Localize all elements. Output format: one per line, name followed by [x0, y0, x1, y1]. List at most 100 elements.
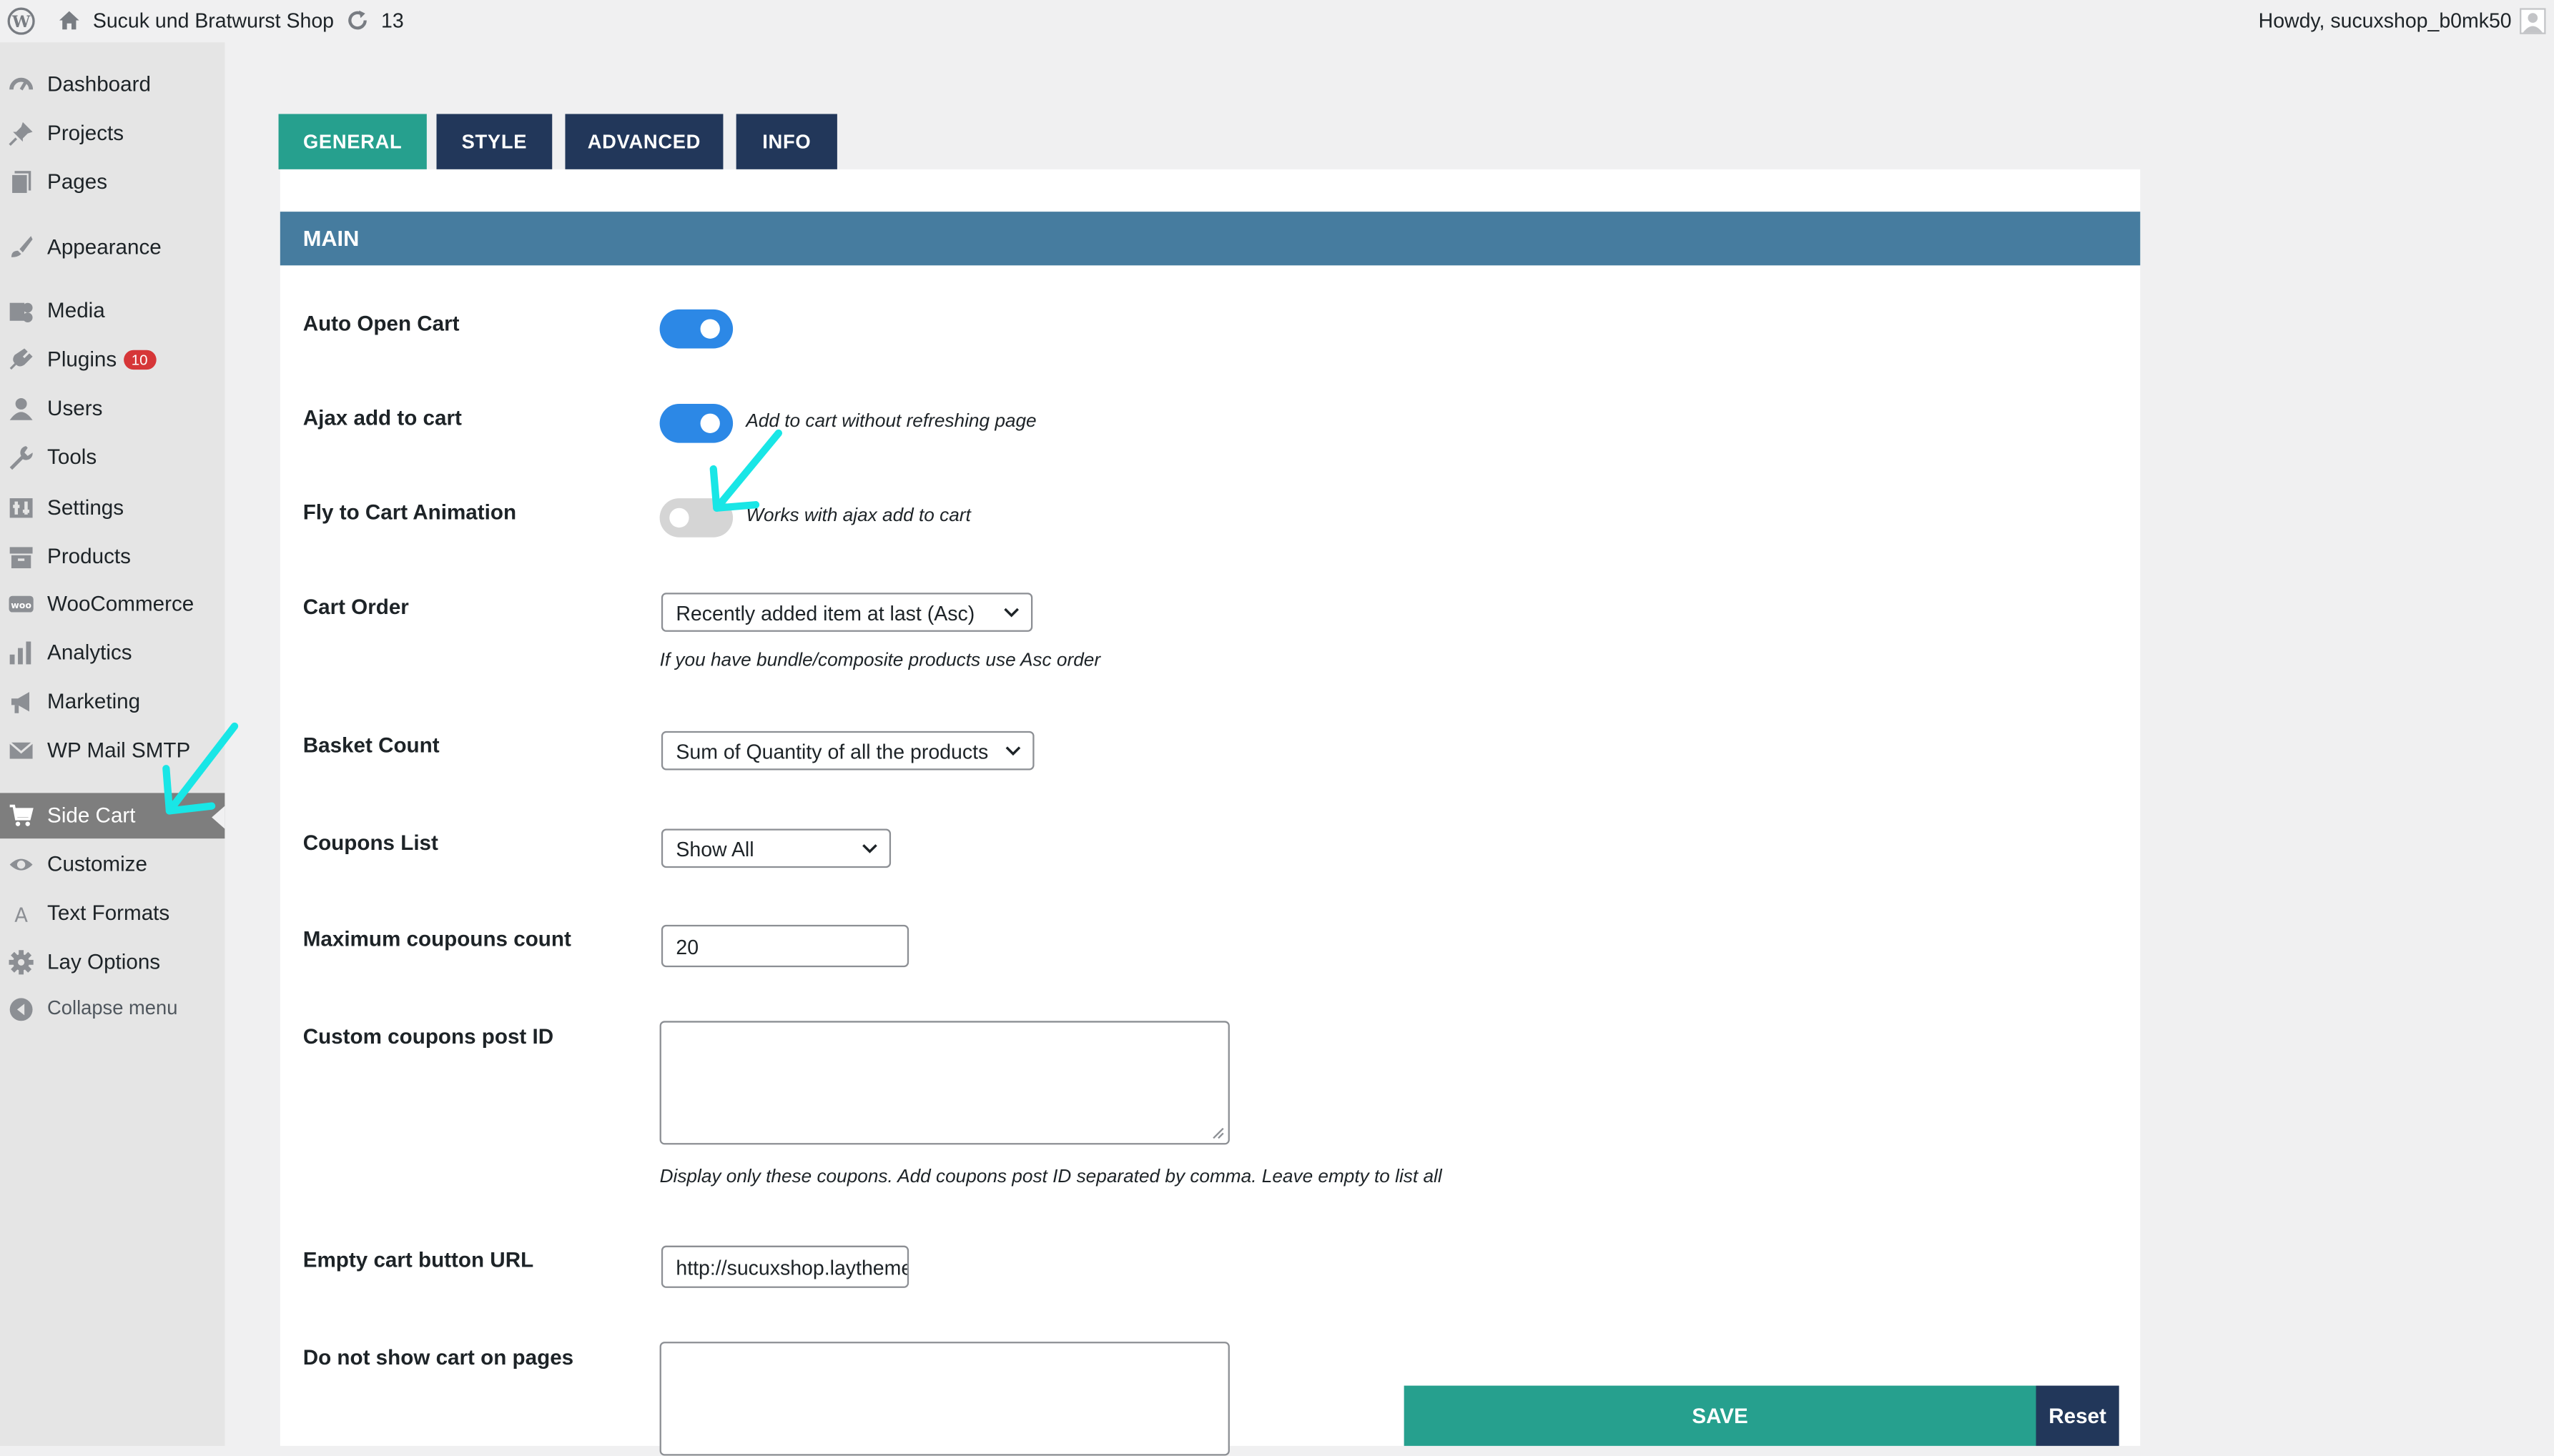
auto-open-cart-label: Auto Open Cart	[302, 311, 460, 336]
sidebar-item-pages[interactable]: Pages	[0, 159, 225, 205]
sidebar-item-appearance[interactable]: Appearance	[0, 224, 225, 270]
updates-icon	[348, 10, 367, 30]
chevron-down-icon	[1004, 608, 1019, 618]
svg-text:W: W	[11, 13, 31, 31]
sidebar-item-label: Collapse menu	[47, 996, 178, 1020]
ajax-add-to-cart-label: Ajax add to cart	[302, 405, 462, 430]
hide-on-pages-textarea[interactable]	[659, 1342, 1230, 1456]
chevron-down-icon	[1005, 746, 1021, 756]
auto-open-cart-toggle[interactable]	[659, 309, 734, 349]
sidebar-item-label: Dashboard	[47, 71, 151, 96]
avatar[interactable]	[2520, 8, 2546, 34]
coupons-list-label: Coupons List	[302, 830, 438, 855]
user-greeting[interactable]: Howdy, sucuxshop_b0mk50	[2259, 10, 2512, 33]
svg-text:woo: woo	[11, 600, 31, 610]
basket-count-label: Basket Count	[302, 733, 440, 758]
sidebar-item-label: Customize	[47, 851, 147, 876]
sidebar-item-plugins[interactable]: Plugins 10	[0, 337, 225, 383]
settings-panel	[280, 169, 2141, 1446]
sidebar-item-label: Marketing	[47, 688, 141, 713]
sidebar-item-label: Tools	[47, 444, 97, 470]
bar-chart-icon	[9, 641, 31, 665]
max-coupons-value: 20	[676, 936, 699, 959]
sidebar-item-label: Lay Options	[47, 949, 161, 974]
cart-order-value: Recently added item at last (Asc)	[676, 602, 975, 625]
sidebar-item-customize[interactable]: Customize	[0, 842, 225, 888]
sidebar-item-label: Pages	[47, 169, 108, 194]
basket-count-select[interactable]: Sum of Quantity of all the products	[661, 731, 1035, 771]
empty-cart-url-value: http://sucuxshop.laythemes.com	[676, 1257, 907, 1280]
resize-handle-icon[interactable]	[1212, 1126, 1225, 1139]
sidebar-item-media[interactable]: Media	[0, 288, 225, 334]
max-coupons-input[interactable]: 20	[661, 924, 909, 968]
section-header: MAIN	[280, 212, 2141, 266]
sidebar-item-marketing[interactable]: Marketing	[0, 679, 225, 725]
tab-style[interactable]: STYLE	[436, 114, 553, 169]
eye-icon	[9, 858, 33, 871]
sidebar-item-label: Users	[47, 395, 103, 420]
sidebar-item-settings[interactable]: Settings	[0, 485, 225, 531]
megaphone-icon	[11, 692, 30, 713]
media-icon	[9, 302, 33, 323]
fly-to-cart-label: Fly to Cart Animation	[302, 500, 517, 525]
mail-icon	[9, 741, 34, 759]
sidebar-item-users[interactable]: Users	[0, 386, 225, 432]
tab-advanced[interactable]: ADVANCED	[565, 114, 724, 169]
sidebar-item-text-formats[interactable]: A Text Formats	[0, 891, 225, 936]
annotation-arrow-icon	[162, 722, 239, 815]
sidebar-item-label: Side Cart	[47, 803, 136, 828]
pin-icon	[9, 122, 33, 146]
cart-order-description: If you have bundle/composite products us…	[659, 651, 1101, 671]
sidebar-item-analytics[interactable]: Analytics	[0, 630, 225, 676]
toggle-knob	[669, 507, 689, 528]
updates-count[interactable]: 13	[381, 10, 404, 33]
sidebar-item-products[interactable]: Products	[0, 534, 225, 580]
empty-cart-url-input[interactable]: http://sucuxshop.laythemes.com	[661, 1245, 909, 1288]
sidebar-item-tools[interactable]: Tools	[0, 435, 225, 480]
tab-general[interactable]: GENERAL	[278, 114, 427, 169]
collapse-icon	[9, 998, 33, 1021]
sidebar-item-label: Media	[47, 297, 105, 323]
site-name-link[interactable]: Sucuk und Bratwurst Shop	[93, 10, 334, 33]
chevron-down-icon	[862, 844, 877, 853]
woo-icon: woo	[9, 595, 34, 613]
coupons-list-value: Show All	[676, 838, 754, 862]
reset-button[interactable]: Reset	[2036, 1385, 2119, 1446]
save-button[interactable]: SAVE	[1404, 1385, 2036, 1446]
custom-coupons-description: Display only these coupons. Add coupons …	[659, 1167, 1442, 1187]
svg-text:A: A	[14, 904, 28, 926]
wrench-icon	[9, 446, 33, 470]
collapse-menu-button[interactable]: Collapse menu	[0, 986, 225, 1032]
users-icon	[9, 397, 33, 420]
admin-bar: W Sucuk und Bratwurst Shop 13 Howdy, suc…	[0, 0, 2554, 43]
dashboard-icon	[9, 77, 34, 91]
cart-order-label: Cart Order	[302, 594, 409, 619]
pages-icon	[10, 171, 31, 195]
sidebar-item-label: Settings	[47, 495, 124, 520]
sidebar-item-projects[interactable]: Projects	[0, 111, 225, 157]
sidebar-item-dashboard[interactable]: Dashboard	[0, 62, 225, 108]
toggle-knob	[700, 319, 720, 339]
plugin-icon	[9, 348, 33, 370]
sidebar-item-label: Analytics	[47, 640, 132, 665]
custom-coupons-textarea[interactable]	[659, 1021, 1230, 1145]
tab-info[interactable]: INFO	[736, 114, 837, 169]
sidebar-item-lay-options[interactable]: Lay Options	[0, 939, 225, 985]
sidebar-item-label: Products	[47, 543, 131, 569]
sidebar-item-label: Appearance	[47, 234, 162, 259]
letter-a-icon: A	[14, 904, 28, 926]
brush-icon	[11, 236, 33, 257]
sidebar-item-label: Projects	[47, 120, 124, 145]
cart-order-select[interactable]: Recently added item at last (Asc)	[661, 593, 1033, 632]
sidebar-item-woocommerce[interactable]: woo WooCommerce	[0, 581, 225, 627]
sidebar-item-label: Text Formats	[47, 900, 170, 925]
ajax-add-to-cart-description: Add to cart without refreshing page	[746, 412, 1037, 432]
plugins-update-badge: 10	[123, 350, 156, 370]
gear-icon	[9, 950, 34, 975]
coupons-list-select[interactable]: Show All	[661, 828, 892, 868]
section-title: MAIN	[302, 226, 360, 251]
settings-icon	[9, 498, 33, 518]
hide-on-pages-label: Do not show cart on pages	[302, 1344, 574, 1370]
sidebar-item-label: Plugins	[47, 347, 117, 372]
wordpress-logo-icon[interactable]: W	[6, 6, 36, 36]
